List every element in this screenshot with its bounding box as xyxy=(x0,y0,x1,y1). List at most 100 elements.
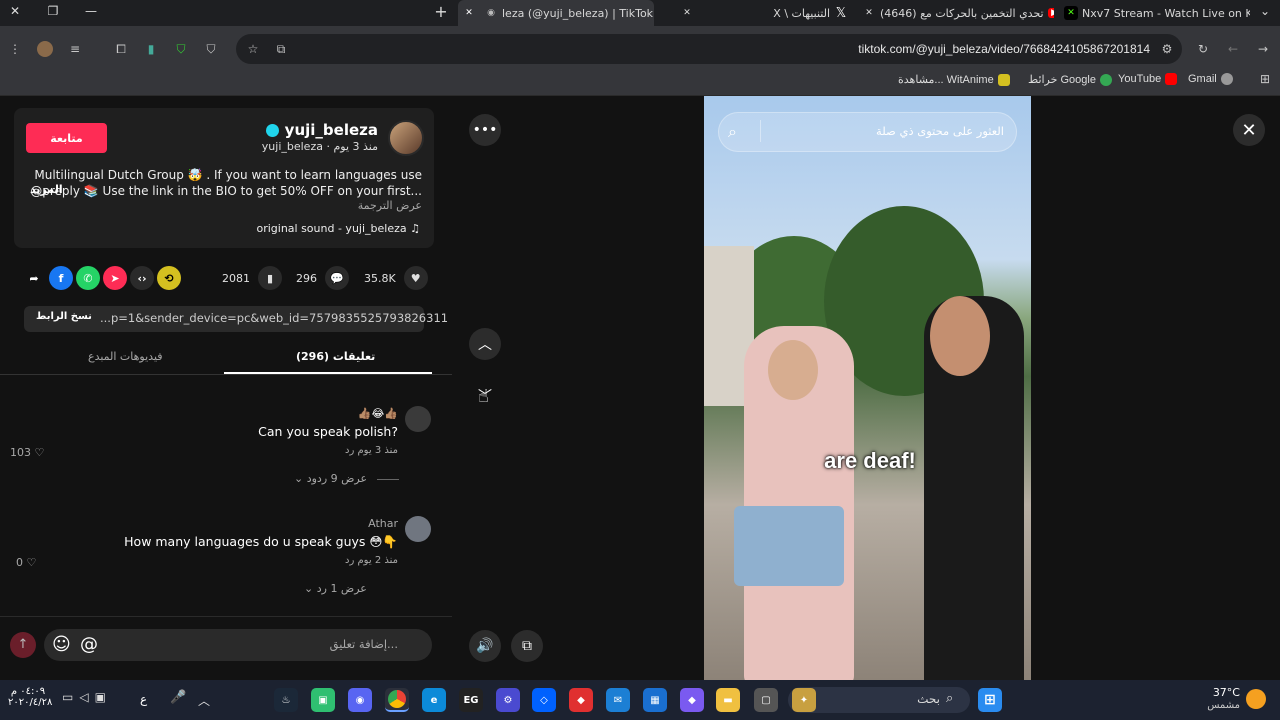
pip-button[interactable]: ⧉ xyxy=(511,630,543,662)
comment-meta[interactable]: منذ 2 يوم رد xyxy=(345,555,398,566)
new-tab-button[interactable]: + xyxy=(432,2,450,21)
whatsapp-icon[interactable]: ✆ xyxy=(76,266,100,290)
comment-author[interactable]: Athar xyxy=(368,517,398,530)
chrome-icon[interactable] xyxy=(385,688,409,712)
epic-games-icon[interactable]: EG xyxy=(459,688,483,712)
back-icon[interactable]: ← xyxy=(1224,40,1242,58)
avatar[interactable] xyxy=(405,406,431,432)
close-icon[interactable]: ✕ xyxy=(680,6,694,20)
send-comment-button[interactable]: ↑ xyxy=(10,632,36,658)
file-explorer-icon[interactable]: ▬ xyxy=(716,688,740,712)
window-close-button[interactable]: ✕ xyxy=(6,4,24,18)
extensions-icon[interactable]: ⧠ xyxy=(112,40,130,58)
bookmark-gmail[interactable]: Gmail xyxy=(1188,73,1233,85)
copilot-icon[interactable]: ◆ xyxy=(680,688,704,712)
extension-icon[interactable]: ▮ xyxy=(142,40,160,58)
divider xyxy=(0,616,452,617)
comment-icon[interactable]: 💬 xyxy=(325,266,349,290)
bookmark-witanime[interactable]: مشاهدة... WitAnime xyxy=(898,73,1010,86)
view-replies[interactable]: ⌄ عرض 9 ردود xyxy=(294,472,399,485)
close-video-button[interactable]: ✕ xyxy=(1233,114,1265,146)
video-search-input[interactable]: العثور على محتوى ذي صلة xyxy=(876,124,1004,138)
tab-kick[interactable]: ✕ Nxv7 Stream - Watch Live on K K xyxy=(1060,0,1250,26)
weather-temp[interactable]: 37°C xyxy=(1213,686,1240,699)
close-icon[interactable]: ✕ xyxy=(462,6,476,20)
system-tray[interactable]: ▭◁▣ xyxy=(62,690,112,704)
discord-icon[interactable]: ◉ xyxy=(348,688,372,712)
tab-x[interactable]: ✕ X \ التنبيهات 𝕏 xyxy=(676,0,852,26)
video-player[interactable] xyxy=(704,96,1031,680)
follow-button[interactable]: متابعة xyxy=(26,123,107,153)
clock[interactable]: ٠٤:٠٩ م ٢٠٢٠/٤/٢٨ xyxy=(8,686,52,708)
previous-video-button[interactable]: ︿ xyxy=(469,328,501,360)
dropbox-icon[interactable]: ◇ xyxy=(532,688,556,712)
steam-icon[interactable]: ♨ xyxy=(274,688,298,712)
edge-icon[interactable]: e xyxy=(422,688,446,712)
site-settings-icon[interactable]: ⚙ xyxy=(1158,40,1176,58)
taskview-icon[interactable]: ▢ xyxy=(754,688,778,712)
copy-link-button[interactable]: نسخ الرابط xyxy=(36,311,92,322)
menu-icon[interactable]: ⋮ xyxy=(6,40,24,58)
tab-search-icon[interactable]: ⌄ xyxy=(1256,4,1274,18)
video-link[interactable]: ...p=1&sender_device=pc&web_id=757983552… xyxy=(100,311,448,325)
security-icon[interactable]: ⛉ xyxy=(202,40,220,58)
send-icon[interactable]: ➤ xyxy=(103,266,127,290)
apps-icon[interactable]: ⊞ xyxy=(1256,70,1274,88)
share-icon[interactable]: ➦ xyxy=(22,266,46,290)
profile-avatar-icon[interactable] xyxy=(36,40,54,58)
avatar[interactable] xyxy=(388,120,424,156)
chevron-up-icon[interactable]: ︿ xyxy=(198,692,210,709)
username[interactable]: yuji_beleza xyxy=(266,121,378,139)
save-action[interactable]: 2081 ▮ xyxy=(222,266,282,290)
translate-link[interactable]: عرض الترجمة xyxy=(358,199,422,212)
comment-author[interactable]: 👍🏽😂👍🏽 xyxy=(358,407,398,420)
store-icon[interactable]: ▦ xyxy=(643,688,667,712)
emoji-icon[interactable]: ☺ xyxy=(52,634,71,655)
microphone-icon[interactable]: 🎤 xyxy=(170,690,186,705)
start-button[interactable]: ⊞ xyxy=(978,688,1002,712)
shield-icon[interactable]: ⛉ xyxy=(172,40,190,58)
tab-youtube[interactable]: ✕ (4646) تحدي التخمين بالحركات مع ▶ xyxy=(858,0,1054,26)
close-icon[interactable]: ✕ xyxy=(1064,6,1078,20)
sound-link[interactable]: original sound - yuji_beleza ♫ xyxy=(256,222,420,235)
music-note-icon: ♫ xyxy=(410,222,420,235)
tab-creator-videos[interactable]: فيديوهات المبدع xyxy=(88,350,163,363)
language-indicator[interactable]: ع xyxy=(140,692,147,706)
volume-button[interactable]: 🔊 xyxy=(469,630,501,662)
avatar[interactable] xyxy=(405,516,431,542)
comment-action[interactable]: 296 💬 xyxy=(296,266,349,290)
bookmark-youtube[interactable]: YouTube xyxy=(1118,73,1178,85)
more-button[interactable]: المزيد xyxy=(30,183,63,196)
comment-meta[interactable]: منذ 3 يوم رد xyxy=(345,445,398,456)
reload-icon[interactable]: ↻ xyxy=(1194,40,1212,58)
comment-input[interactable]: إضافة تعليق... xyxy=(330,637,398,651)
translate-icon[interactable]: ⧉ xyxy=(272,40,290,58)
anydesk-icon[interactable]: ◆ xyxy=(569,688,593,712)
restore-button[interactable]: ❐ xyxy=(44,4,62,18)
search-icon[interactable]: ⌕ xyxy=(728,122,737,142)
app-icon[interactable]: ▣ xyxy=(311,688,335,712)
app-icon[interactable]: ⚙ xyxy=(496,688,520,712)
like-action[interactable]: 35.8K ♥ xyxy=(364,266,428,290)
url-text[interactable]: tiktok.com/@yuji_beleza/video/7668424105… xyxy=(858,42,1150,56)
sun-icon[interactable] xyxy=(1246,689,1266,709)
tab-search-icon[interactable]: ≡ xyxy=(66,40,84,58)
minimize-button[interactable]: — xyxy=(82,4,100,18)
tab-tiktok[interactable]: ✕ ◉ leza (@yuji_beleza) | TikTok ♪ xyxy=(458,0,654,26)
embed-icon[interactable]: ‹› xyxy=(130,266,154,290)
tab-comments[interactable]: تعليقات (296) xyxy=(296,350,375,363)
bookmark-maps[interactable]: خرائط Google xyxy=(1028,73,1112,86)
mention-icon[interactable]: @ xyxy=(80,634,98,655)
view-replies[interactable]: ⌄ عرض 1 رد xyxy=(304,582,367,595)
comment-like[interactable]: 0 ♡ xyxy=(16,556,36,569)
facebook-icon[interactable]: f xyxy=(49,266,73,290)
bookmark-icon[interactable]: ▮ xyxy=(258,266,282,290)
more-options-button[interactable]: ••• xyxy=(469,114,501,146)
heart-icon[interactable]: ♥ xyxy=(403,266,428,290)
star-icon[interactable]: ☆ xyxy=(244,40,262,58)
outlook-icon[interactable]: ✉ xyxy=(606,688,630,712)
repost-icon[interactable]: ⟲ xyxy=(157,266,181,290)
forward-icon[interactable]: → xyxy=(1254,40,1272,58)
close-icon[interactable]: ✕ xyxy=(862,6,876,20)
comment-like[interactable]: 103 ♡ xyxy=(10,446,44,459)
